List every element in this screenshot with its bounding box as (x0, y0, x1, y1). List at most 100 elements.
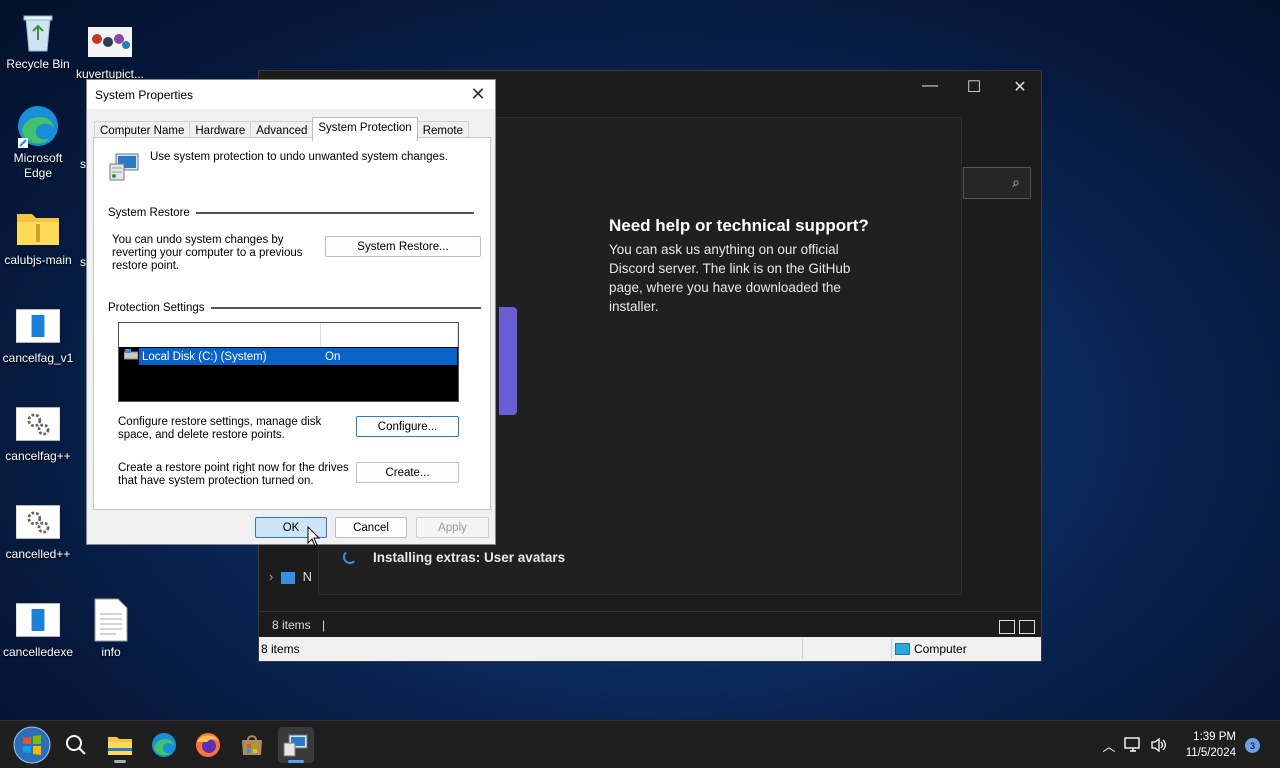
installer-illustration (499, 307, 517, 415)
desktop-icon-cancelledexe[interactable]: cancelledexe (0, 598, 76, 660)
close-button[interactable]: ✕ (465, 82, 491, 106)
folder-icon (16, 206, 60, 250)
folder-icon (108, 737, 132, 755)
taskbar-file-explorer[interactable] (102, 727, 138, 763)
desktop-icon-label: cancelfag++ (5, 449, 71, 463)
location-indicator: Computer (895, 642, 967, 656)
help-title: Need help or technical support? (609, 216, 869, 235)
gear-app-icon (16, 500, 60, 544)
tab-panel-system-protection: Use system protection to undo unwanted s… (93, 137, 491, 510)
search-button[interactable] (58, 727, 94, 763)
taskbar-firefox[interactable] (190, 727, 226, 763)
desktop-icon-label: cancelfag_v1 (2, 351, 74, 365)
image-file-icon (88, 20, 132, 64)
recycle-bin-icon (16, 10, 60, 54)
protection-settings-group: Protection Settings (108, 302, 481, 314)
group-title: System Restore (108, 207, 190, 219)
desktop-icon-kuvertupict[interactable]: kuvertupict... (72, 20, 148, 82)
desktop-icon-cancelled-plus[interactable]: cancelled++ (0, 500, 76, 562)
desktop-icon-recycle-bin[interactable]: Recycle Bin (0, 10, 76, 72)
tab-system-protection[interactable]: System Protection (312, 117, 418, 141)
classic-status-bar: 8 items Computer (259, 637, 1041, 661)
desktop-icon-label: Recycle Bin (6, 57, 70, 71)
minimize-button[interactable]: — (907, 77, 953, 95)
status-separator: | (322, 618, 326, 632)
details-view-icon[interactable] (999, 620, 1015, 634)
view-toggle (999, 620, 1035, 634)
item-count: 8 items (272, 618, 311, 632)
desktop-icon-edge[interactable]: Microsoft Edge (0, 104, 76, 181)
network-icon (280, 571, 295, 584)
install-status: Installing extras: User avatars (373, 550, 566, 565)
large-icons-view-icon[interactable] (1019, 620, 1035, 634)
drive-protection-status: On (325, 350, 341, 363)
apply-button[interactable]: Apply (416, 517, 489, 538)
list-header (119, 323, 458, 347)
drive-icon (123, 349, 139, 360)
drive-name: Local Disk (C:) (System) (142, 350, 267, 363)
help-body: You can ask us anything on our official … (609, 242, 851, 314)
search-icon (66, 735, 86, 755)
column-header-drive[interactable] (119, 323, 321, 347)
desktop-icon-calubjs-main[interactable]: calubjs-main (0, 206, 76, 268)
chevron-right-icon: › (269, 569, 274, 584)
create-button[interactable]: Create... (356, 462, 459, 483)
maximize-button[interactable]: ☐ (951, 77, 997, 97)
system-restore-button[interactable]: System Restore... (325, 236, 481, 257)
system-tray: ︿ (1098, 721, 1172, 768)
clock-date: 11/5/2024 (1185, 747, 1236, 759)
text-file-icon (89, 598, 133, 642)
drive-list[interactable]: Local Disk (C:) (System) On (118, 322, 459, 402)
taskbar-system-properties[interactable] (278, 727, 314, 763)
taskbar-edge[interactable] (146, 727, 182, 763)
desktop-icon-info[interactable]: info (73, 598, 149, 660)
desktop-icon-label: info (101, 645, 121, 659)
list-item[interactable]: Local Disk (C:) (System) On (139, 348, 457, 365)
clock-time: 1:39 PM (1193, 731, 1236, 743)
restore-description: You can undo system changes by reverting… (112, 234, 303, 272)
desktop-icon-cancelfag-plus[interactable]: cancelfag++ (0, 402, 76, 464)
system-properties-dialog[interactable]: System Properties ✕ Computer Name Hardwa… (86, 79, 496, 545)
taskbar-store[interactable] (234, 727, 270, 763)
location-label: Computer (914, 642, 967, 656)
desktop-icon-label: calubjs-main (4, 253, 72, 267)
progress-spinner-icon (343, 550, 357, 564)
edge-icon (16, 104, 60, 148)
app-window-icon (16, 598, 60, 642)
taskbar: ︿ 1:39 PM 11/5/2024 3 (0, 720, 1280, 768)
divider (195, 212, 474, 214)
desktop-icon-cancelfag-v1[interactable]: cancelfag_v1 (0, 304, 76, 366)
edge-icon (152, 733, 176, 757)
divider (891, 639, 892, 659)
nav-tree-item[interactable]: › N (269, 569, 312, 584)
group-title: Protection Settings (108, 302, 205, 314)
search-box[interactable]: ⌕ (963, 167, 1031, 199)
system-restore-group: System Restore (108, 207, 474, 219)
computer-icon (895, 643, 910, 655)
notification-badge[interactable]: 3 (1245, 738, 1260, 753)
cancel-button[interactable]: Cancel (335, 517, 407, 538)
chevron-up-icon[interactable]: ︿ (1098, 736, 1120, 755)
configure-description: Configure restore settings, manage disk … (118, 416, 322, 441)
store-icon (242, 735, 262, 755)
running-indicator (288, 760, 304, 763)
clock[interactable]: 1:39 PM 11/5/2024 (1186, 729, 1236, 761)
divider (210, 307, 481, 309)
divider (802, 639, 803, 659)
mouse-cursor-icon (307, 525, 321, 548)
system-properties-icon (283, 734, 308, 757)
column-header-protection[interactable] (321, 323, 458, 347)
volume-icon[interactable] (1146, 737, 1172, 753)
desktop-icon-label: cancelled++ (5, 547, 71, 561)
desktop-icon-label: Microsoft Edge (13, 151, 63, 180)
system-protection-icon (108, 150, 140, 182)
network-icon[interactable] (1120, 737, 1146, 753)
configure-button[interactable]: Configure... (356, 416, 459, 437)
nav-tree-label: N (302, 569, 312, 584)
windows-orb-icon (13, 726, 51, 764)
close-button[interactable]: ✕ (997, 77, 1043, 97)
start-button[interactable] (12, 725, 52, 765)
app-window-icon (16, 304, 60, 348)
dialog-titlebar[interactable]: System Properties (87, 80, 495, 109)
status-bar: 8 items | (259, 611, 1041, 637)
